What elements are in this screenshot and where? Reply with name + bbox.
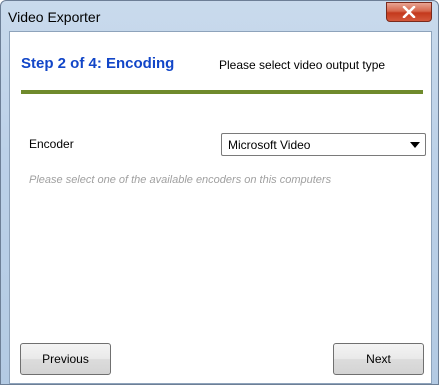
close-button[interactable] bbox=[386, 2, 432, 22]
encoder-label: Encoder bbox=[29, 137, 74, 151]
next-button[interactable]: Next bbox=[333, 343, 424, 375]
header-divider bbox=[21, 90, 423, 94]
step-description: Please select video output type bbox=[219, 58, 386, 72]
window-title: Video Exporter bbox=[8, 9, 101, 25]
wizard-header: Step 2 of 4: Encoding Please select vide… bbox=[10, 32, 431, 90]
close-icon bbox=[402, 6, 416, 18]
encoder-dropdown[interactable]: Microsoft Video bbox=[221, 133, 426, 156]
video-exporter-window: Video Exporter Step 2 of 4: Encoding Ple… bbox=[0, 0, 439, 385]
step-title: Step 2 of 4: Encoding bbox=[21, 55, 175, 72]
title-bar[interactable]: Video Exporter bbox=[1, 1, 438, 31]
previous-button[interactable]: Previous bbox=[20, 343, 111, 375]
encoder-selected-value: Microsoft Video bbox=[228, 138, 311, 152]
encoder-hint: Please select one of the available encod… bbox=[29, 174, 332, 186]
wizard-panel: Step 2 of 4: Encoding Please select vide… bbox=[9, 31, 432, 384]
chevron-down-icon bbox=[410, 142, 420, 148]
